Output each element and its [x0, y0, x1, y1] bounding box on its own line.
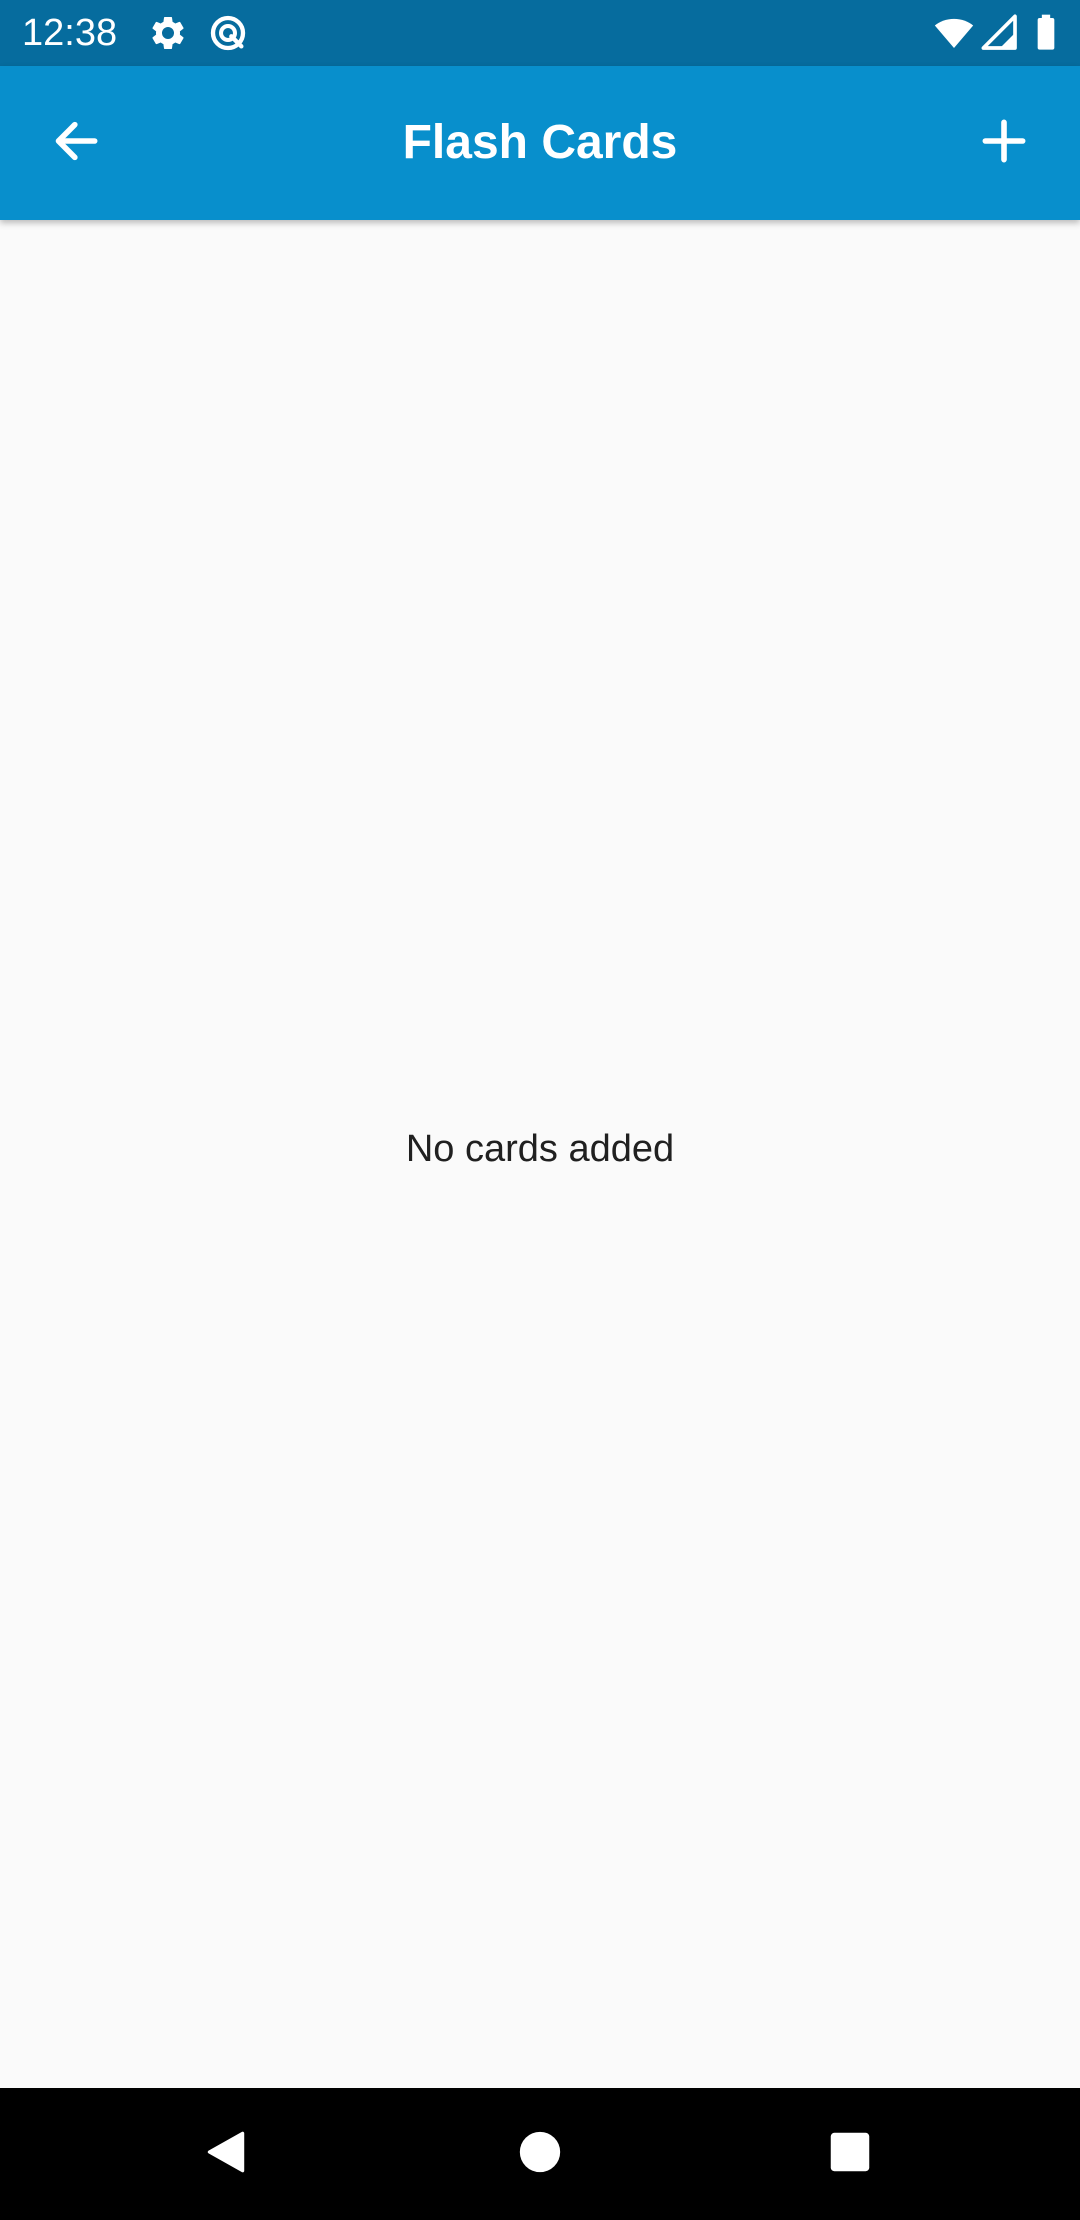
- empty-state-message: No cards added: [405, 1128, 675, 1170]
- app-bar: Flash Cards: [0, 66, 1080, 220]
- settings-icon: [148, 13, 188, 53]
- nav-back-button[interactable]: [186, 2114, 266, 2194]
- home-circle-icon: [518, 2130, 562, 2179]
- plus-icon: [976, 113, 1032, 174]
- card-list-area: No cards added: [0, 220, 1080, 2088]
- screen: 12:38 Flash Cards No cards added: [0, 0, 1080, 2220]
- battery-icon: [1026, 13, 1066, 53]
- nav-recents-button[interactable]: [810, 2114, 890, 2194]
- add-card-button[interactable]: [964, 103, 1044, 183]
- arrow-back-icon: [48, 113, 104, 174]
- nav-home-button[interactable]: [500, 2114, 580, 2194]
- data-saver-icon: [208, 13, 248, 53]
- wifi-icon: [934, 13, 974, 53]
- back-triangle-icon: [201, 2127, 251, 2182]
- navigation-bar: [0, 2088, 1080, 2220]
- status-bar: 12:38: [0, 0, 1080, 66]
- status-time: 12:38: [22, 12, 118, 54]
- cell-signal-icon: [980, 13, 1020, 53]
- recents-square-icon: [828, 2130, 872, 2179]
- back-button[interactable]: [36, 103, 116, 183]
- page-title: Flash Cards: [402, 116, 678, 169]
